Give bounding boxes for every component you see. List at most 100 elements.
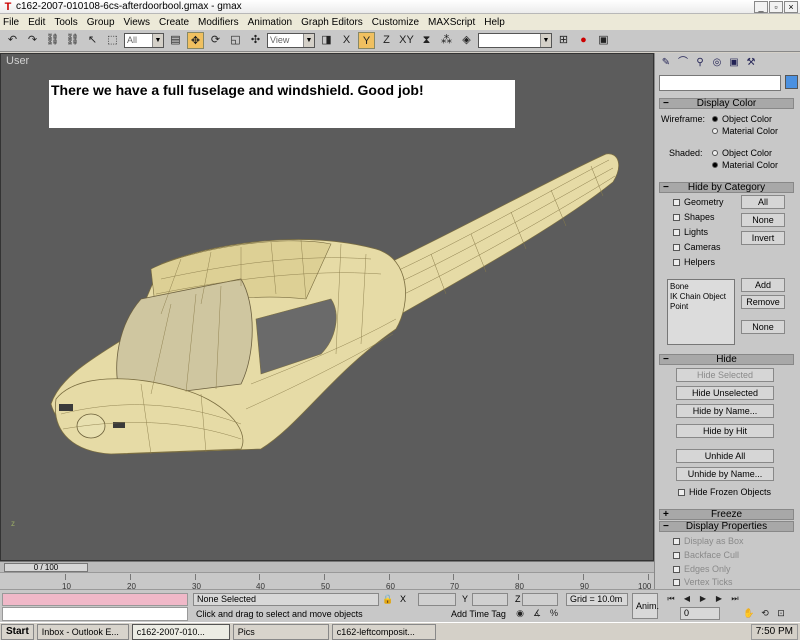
array-icon[interactable]: ⁂ xyxy=(438,32,455,49)
wireframe-material-color-radio[interactable] xyxy=(712,128,718,134)
object-name-field[interactable] xyxy=(659,75,781,91)
shapes-checkbox[interactable] xyxy=(673,214,680,221)
menu-customize[interactable]: Customize xyxy=(372,17,419,28)
pivot-icon[interactable]: ✣ xyxy=(247,32,264,49)
x-axis-icon[interactable]: X xyxy=(338,32,355,49)
goto-end-icon[interactable]: ⏭ xyxy=(728,592,742,605)
add-time-tag-button[interactable]: Add Time Tag xyxy=(451,609,506,619)
display-tab-icon[interactable]: ▣ xyxy=(727,56,741,70)
menu-animation[interactable]: Animation xyxy=(248,17,292,28)
select-icon[interactable]: ↖ xyxy=(84,32,101,49)
hide-by-category-rollout[interactable]: − Hide by Category xyxy=(659,182,794,193)
restore-button[interactable]: ▫ xyxy=(769,1,783,13)
maxscript-listener-field[interactable] xyxy=(2,593,188,606)
all-button[interactable]: All xyxy=(741,195,785,209)
x-coord-field[interactable] xyxy=(418,593,456,606)
hide-by-name-button[interactable]: Hide by Name... xyxy=(676,404,774,418)
rotate-icon[interactable]: ⟳ xyxy=(207,32,224,49)
menu-file[interactable]: File xyxy=(3,17,19,28)
backface-cull-checkbox[interactable] xyxy=(673,552,680,559)
menu-tools[interactable]: Tools xyxy=(54,17,77,28)
fuselage-model[interactable] xyxy=(1,54,654,561)
pan-icon[interactable]: ✋ xyxy=(742,607,756,620)
time-slider-knob[interactable]: 0 / 100 xyxy=(4,563,88,572)
edges-only-checkbox[interactable] xyxy=(673,566,680,573)
create-tab-icon[interactable]: ✎ xyxy=(659,56,673,70)
menu-views[interactable]: Views xyxy=(124,17,151,28)
modify-tab-icon[interactable]: ⌒ xyxy=(676,56,690,70)
hierarchy-tab-icon[interactable]: ⚲ xyxy=(693,56,707,70)
list-item[interactable]: Bone xyxy=(670,282,732,292)
hide-rollout[interactable]: − Hide xyxy=(659,354,794,365)
unhide-by-name-button[interactable]: Unhide by Name... xyxy=(676,467,774,481)
cameras-checkbox[interactable] xyxy=(673,244,680,251)
display-properties-rollout[interactable]: − Display Properties xyxy=(659,521,794,532)
list-item[interactable]: Point xyxy=(670,302,732,312)
menu-group[interactable]: Group xyxy=(87,17,115,28)
taskbar-item-pics[interactable]: Pics xyxy=(232,623,329,640)
clock[interactable]: 7:50 PM xyxy=(750,624,798,640)
taskbar-item-outlook[interactable]: Inbox - Outlook E... xyxy=(36,623,129,640)
align-icon[interactable]: ◈ xyxy=(458,32,475,49)
lights-checkbox[interactable] xyxy=(673,229,680,236)
maxscript-output-field[interactable] xyxy=(2,607,188,621)
helpers-checkbox[interactable] xyxy=(673,259,680,266)
object-color-swatch[interactable] xyxy=(785,75,798,89)
select-by-name-icon[interactable]: ▤ xyxy=(167,32,184,49)
angle-snap-icon[interactable]: ∡ xyxy=(531,607,543,620)
pivot-center-icon[interactable]: ◨ xyxy=(318,32,335,49)
snap-icon[interactable]: ◉ xyxy=(514,607,526,620)
hide-unselected-button[interactable]: Hide Unselected xyxy=(676,386,774,400)
quick-render-icon[interactable]: ▣ xyxy=(595,32,612,49)
none-button[interactable]: None xyxy=(741,213,785,227)
minimize-button[interactable]: _ xyxy=(754,1,768,13)
display-color-rollout[interactable]: − Display Color xyxy=(659,98,794,109)
perspective-viewport[interactable]: User There we have a full fuselage and w… xyxy=(0,53,654,561)
next-frame-icon[interactable]: ▶ xyxy=(712,592,726,605)
lock-icon[interactable]: 🔒 xyxy=(381,592,395,606)
maximize-viewport-icon[interactable]: ⊡ xyxy=(774,607,788,620)
z-axis-icon[interactable]: Z xyxy=(378,32,395,49)
xy-plane-icon[interactable]: XY xyxy=(398,32,415,49)
undo-icon[interactable]: ↶ xyxy=(4,32,21,49)
prev-frame-icon[interactable]: ◀ xyxy=(680,592,694,605)
freeze-rollout[interactable]: + Freeze xyxy=(659,509,794,520)
shaded-material-color-radio[interactable] xyxy=(712,162,718,168)
hide-selected-button[interactable]: Hide Selected xyxy=(676,368,774,382)
taskbar-item-gmax[interactable]: c162-2007-010... xyxy=(131,623,230,640)
orbit-icon[interactable]: ⟲ xyxy=(758,607,772,620)
goto-start-icon[interactable]: ⏮ xyxy=(664,592,678,605)
taskbar-item-c162-leftcomposit[interactable]: c162-leftcomposit... xyxy=(331,623,436,640)
geometry-checkbox[interactable] xyxy=(673,199,680,206)
category-listbox[interactable]: Bone IK Chain Object Point xyxy=(667,279,735,345)
current-frame-field[interactable]: 0 xyxy=(680,607,720,620)
menu-graph-editors[interactable]: Graph Editors xyxy=(301,17,363,28)
motion-tab-icon[interactable]: ◎ xyxy=(710,56,724,70)
start-button[interactable]: Start xyxy=(1,623,34,640)
material-editor-icon[interactable]: ⊞ xyxy=(555,32,572,49)
move-icon[interactable]: ✥ xyxy=(187,32,204,49)
y-coord-field[interactable] xyxy=(472,593,508,606)
close-button[interactable]: × xyxy=(784,1,798,13)
unhide-all-button[interactable]: Unhide All xyxy=(676,449,774,463)
z-coord-field[interactable] xyxy=(522,593,558,606)
play-icon[interactable]: ▶ xyxy=(696,592,710,605)
anim-toggle-button[interactable]: Anim. xyxy=(632,593,659,619)
vertex-ticks-checkbox[interactable] xyxy=(673,579,680,586)
hide-frozen-checkbox[interactable] xyxy=(678,489,685,496)
selection-filter-dropdown[interactable]: All ▼ xyxy=(124,33,164,48)
menu-maxscript[interactable]: MAXScript xyxy=(428,17,475,28)
menu-modifiers[interactable]: Modifiers xyxy=(198,17,239,28)
invert-button[interactable]: Invert xyxy=(741,231,785,245)
percent-snap-icon[interactable]: % xyxy=(548,607,560,620)
list-none-button[interactable]: None xyxy=(741,320,785,334)
utilities-tab-icon[interactable]: ⚒ xyxy=(744,56,758,70)
shaded-object-color-radio[interactable] xyxy=(712,150,718,156)
track-bar[interactable]: 10 20 30 40 50 60 70 80 90 100 xyxy=(0,572,654,591)
coord-system-dropdown[interactable]: View ▼ xyxy=(267,33,315,48)
menu-edit[interactable]: Edit xyxy=(28,17,45,28)
add-button[interactable]: Add xyxy=(741,278,785,292)
mirror-icon[interactable]: ⧗ xyxy=(418,32,435,49)
y-axis-icon[interactable]: Y xyxy=(358,32,375,49)
time-slider[interactable]: 0 / 100 xyxy=(0,561,654,572)
